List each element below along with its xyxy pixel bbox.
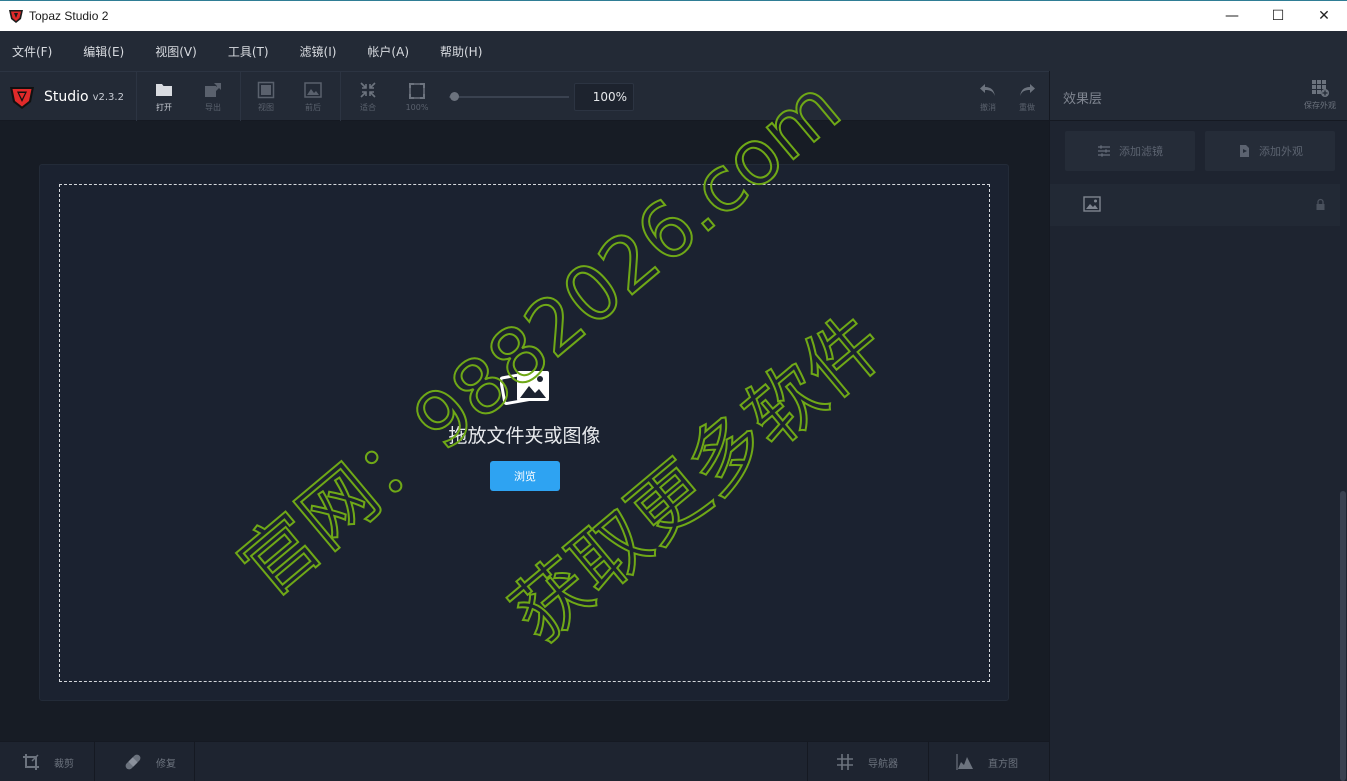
fit-button[interactable]: 适合 [344,72,392,121]
drop-zone[interactable]: 拖放文件夹或图像 浏览 [59,184,990,682]
export-label: 导出 [205,102,221,112]
brand-version: v2.3.2 [92,92,124,103]
add-filter-label: 添加滤镜 [1119,145,1163,158]
toolbar-separator [240,72,241,121]
crop-tool-button[interactable]: 裁剪 [22,742,74,781]
add-look-label: 添加外观 [1259,145,1303,158]
add-look-button[interactable]: 添加外观 [1205,131,1335,171]
compare-button[interactable]: 前后 [289,72,337,121]
export-icon [205,82,221,97]
bandage-icon [125,754,141,770]
redo-button[interactable]: 重做 [1003,72,1051,121]
sliders-icon [1098,145,1110,157]
fit-label: 适合 [360,102,376,112]
repair-tool-button[interactable]: 修复 [124,742,176,781]
bottom-separator [928,742,929,781]
navigator-label: 导航器 [868,758,898,770]
zoom-slider-handle[interactable] [450,92,459,101]
zoom-100-button[interactable]: 100% [393,72,441,121]
menu-help[interactable]: 帮助(H) [428,43,497,60]
toolbar-separator [340,72,341,121]
menu-account[interactable]: 帐户(A) [355,43,424,60]
menu-tools[interactable]: 工具(T) [216,43,284,60]
window-controls: — ☐ ✕ [1209,1,1347,31]
browse-button[interactable]: 浏览 [490,461,560,491]
open-button[interactable]: 打开 [140,72,188,121]
compare-icon [304,81,322,98]
undo-icon [980,83,995,96]
fit-icon [360,81,376,98]
undo-label: 撤消 [980,102,996,112]
menu-view[interactable]: 视图(V) [143,43,212,60]
view-icon [257,81,275,98]
brand: Studio v2.3.2 [0,72,137,121]
bottom-toolbar: 裁剪 修复 导航器 直方图 [0,741,1049,781]
fullscreen-icon [409,82,425,99]
open-label: 打开 [156,102,172,112]
canvas-area: 拖放文件夹或图像 浏览 [0,121,1049,741]
grid-plus-icon [1312,80,1329,97]
folder-icon [156,83,172,96]
redo-icon [1020,83,1035,96]
grid-hash-icon [837,754,853,770]
histogram-icon [956,754,973,770]
menu-bar: 文件(F) 编辑(E) 视图(V) 工具(T) 滤镜(I) 帐户(A) 帮助(H… [0,31,1347,71]
close-button[interactable]: ✕ [1301,1,1347,31]
zoom-100-label: 100% [405,102,429,112]
view-button[interactable]: 视图 [242,72,290,121]
window-title: Topaz Studio 2 [29,9,109,23]
effects-panel-title: 效果层 [1063,92,1103,107]
add-filter-button[interactable]: 添加滤镜 [1065,131,1195,171]
effects-panel-header: 效果层 保存外观 [1050,71,1347,121]
navigator-button[interactable]: 导航器 [836,742,898,781]
image-icon [1083,196,1101,212]
minimize-button[interactable]: — [1209,1,1255,31]
brand-name: Studio [44,88,89,105]
menu-filters[interactable]: 滤镜(I) [288,43,352,60]
images-icon [500,371,549,405]
crop-icon [23,754,39,770]
zoom-value-input[interactable]: 100% [574,83,634,111]
repair-label: 修复 [156,758,176,770]
bottom-separator [807,742,808,781]
menu-edit[interactable]: 编辑(E) [71,43,139,60]
base-image-layer[interactable] [1050,184,1340,226]
bottom-separator [194,742,195,781]
main-toolbar: Studio v2.3.2 打开 导出 视图 前后 适合 100% 100% 撤… [0,71,1049,121]
maximize-button[interactable]: ☐ [1255,1,1301,31]
redo-label: 重做 [1019,102,1035,112]
drop-instructions: 拖放文件夹或图像 [448,425,601,447]
histogram-label: 直方图 [988,758,1018,770]
effects-panel: 效果层 保存外观 添加滤镜 添加外观 [1049,71,1347,781]
drop-card: 拖放文件夹或图像 浏览 [39,164,1009,701]
save-look-label: 保存外观 [1304,101,1336,110]
menu-file[interactable]: 文件(F) [0,43,67,60]
compare-label: 前后 [305,102,321,112]
histogram-button[interactable]: 直方图 [956,742,1018,781]
view-label: 视图 [258,102,274,112]
look-icon [1240,145,1249,157]
studio-logo-icon [10,86,34,109]
save-look-button[interactable]: 保存外观 [1304,79,1336,111]
crop-label: 裁剪 [54,758,74,770]
lock-icon [1316,198,1325,210]
window-titlebar: Topaz Studio 2 — ☐ ✕ [0,0,1347,31]
topaz-logo-icon [9,10,23,23]
effects-panel-scrollbar[interactable] [1340,491,1346,781]
export-button[interactable]: 导出 [189,72,237,121]
bottom-separator [94,742,95,781]
zoom-slider-track[interactable] [449,96,569,98]
